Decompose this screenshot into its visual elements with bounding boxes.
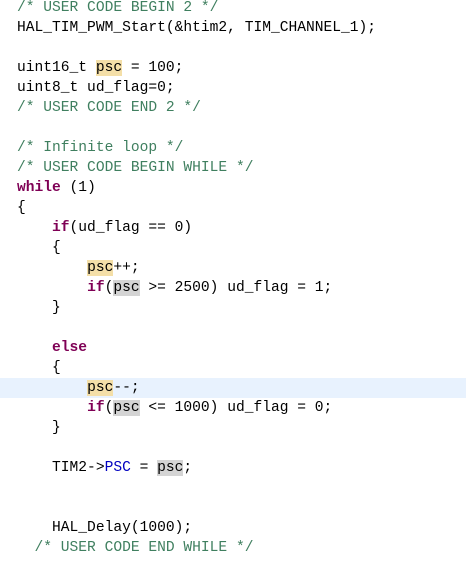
current-line-highlight[interactable]: psc--; — [0, 378, 466, 398]
code-line-text: psc++; — [17, 258, 140, 278]
code-line[interactable]: /* USER CODE BEGIN 2 */ — [0, 0, 466, 18]
code-line[interactable]: TIM2->PSC = psc; — [0, 458, 466, 478]
code-line-text: if(psc >= 2500) ud_flag = 1; — [17, 278, 332, 298]
occurrence-read-highlight: psc — [113, 400, 140, 416]
code-token: } — [17, 300, 61, 316]
code-token: = — [130, 460, 158, 476]
code-line-text: /* USER CODE BEGIN 2 */ — [17, 0, 218, 18]
code-line[interactable] — [0, 118, 466, 138]
code-line[interactable]: /* Infinite loop */ — [0, 138, 466, 158]
code-line[interactable]: if(ud_flag == 0) — [0, 218, 466, 238]
code-line[interactable] — [0, 498, 466, 518]
code-token: { — [17, 360, 61, 376]
code-line[interactable] — [0, 38, 466, 58]
comment-token: /* USER CODE BEGIN 2 */ — [17, 0, 219, 16]
code-line-text: HAL_TIM_PWM_Start(&htim2, TIM_CHANNEL_1)… — [17, 18, 376, 38]
code-line[interactable]: { — [0, 198, 466, 218]
code-token: { — [17, 240, 61, 256]
code-token: --; — [113, 380, 140, 396]
code-editor[interactable]: /* USER CODE BEGIN 2 */ HAL_TIM_PWM_Start… — [0, 0, 466, 566]
code-line-text: if(ud_flag == 0) — [17, 218, 192, 238]
code-token: (1) — [60, 180, 96, 196]
comment-token: /* Infinite loop */ — [17, 140, 184, 156]
code-token: HAL_TIM_PWM_Start(&htim2, TIM_CHANNEL_1)… — [17, 20, 377, 36]
code-line[interactable]: /* USER CODE END WHILE */ — [0, 538, 466, 558]
keyword-token: while — [17, 180, 61, 196]
code-line-text: if(psc <= 1000) ud_flag = 0; — [17, 398, 332, 418]
code-line[interactable]: while (1) — [0, 178, 466, 198]
field-token: PSC — [104, 460, 131, 476]
code-line[interactable]: uint16_t psc = 100; — [0, 58, 466, 78]
code-line-text: psc--; — [17, 378, 140, 398]
keyword-token: if — [87, 280, 105, 296]
code-line-text: uint16_t psc = 100; — [17, 58, 183, 78]
code-line[interactable]: /* USER CODE BEGIN WHILE */ — [0, 158, 466, 178]
code-line-text: } — [17, 418, 61, 438]
code-line[interactable]: } — [0, 418, 466, 438]
code-line-text: uint8_t ud_flag=0; — [17, 78, 175, 98]
code-token: { — [17, 200, 26, 216]
code-line[interactable]: { — [0, 238, 466, 258]
code-line[interactable]: HAL_Delay(1000); — [0, 518, 466, 538]
keyword-token: if — [52, 220, 70, 236]
code-line[interactable]: } — [0, 298, 466, 318]
code-line[interactable] — [0, 478, 466, 498]
code-line-text: /* USER CODE BEGIN WHILE */ — [17, 158, 253, 178]
keyword-token: else — [52, 340, 88, 356]
occurrence-read-highlight: psc — [157, 460, 184, 476]
code-line[interactable]: else — [0, 338, 466, 358]
comment-token: /* USER CODE BEGIN WHILE */ — [17, 160, 254, 176]
code-token: } — [17, 420, 61, 436]
code-line-text: TIM2->PSC = psc; — [17, 458, 192, 478]
code-line-text: { — [17, 238, 61, 258]
code-line-text: { — [17, 358, 61, 378]
code-line-text: } — [17, 298, 61, 318]
code-token: >= 2500) ud_flag = 1; — [139, 280, 333, 296]
code-line[interactable]: HAL_TIM_PWM_Start(&htim2, TIM_CHANNEL_1)… — [0, 18, 466, 38]
code-token: HAL_Delay(1000); — [17, 520, 193, 536]
code-token: uint8_t ud_flag=0; — [17, 80, 175, 96]
code-line[interactable]: { — [0, 358, 466, 378]
occurrence-write-highlight: psc — [87, 380, 114, 396]
code-line[interactable]: /* USER CODE END 2 */ — [0, 98, 466, 118]
code-token: (ud_flag == 0) — [69, 220, 193, 236]
code-token: TIM2-> — [17, 460, 105, 476]
comment-token: /* USER CODE END WHILE */ — [17, 540, 254, 556]
code-token: ++; — [113, 260, 140, 276]
code-line-text: /* USER CODE END WHILE */ — [17, 538, 254, 558]
code-line-text: HAL_Delay(1000); — [17, 518, 192, 538]
code-token: ; — [183, 460, 193, 476]
occurrence-write-highlight: psc — [87, 260, 114, 276]
code-line-text: else — [17, 338, 87, 358]
code-line[interactable] — [0, 438, 466, 458]
code-token: uint16_t — [17, 60, 96, 76]
code-line-text: /* Infinite loop */ — [17, 138, 183, 158]
code-line-text: { — [17, 198, 26, 218]
keyword-token: if — [87, 400, 105, 416]
code-line-text: while (1) — [17, 178, 96, 198]
code-token: <= 1000) ud_flag = 0; — [139, 400, 333, 416]
code-line[interactable]: uint8_t ud_flag=0; — [0, 78, 466, 98]
code-line[interactable]: if(psc <= 1000) ud_flag = 0; — [0, 398, 466, 418]
code-line[interactable]: if(psc >= 2500) ud_flag = 1; — [0, 278, 466, 298]
occurrence-read-highlight: psc — [113, 280, 140, 296]
code-line-text: /* USER CODE END 2 */ — [17, 98, 201, 118]
code-line[interactable] — [0, 318, 466, 338]
code-token: = 100; — [122, 60, 184, 76]
comment-token: /* USER CODE END 2 */ — [17, 100, 201, 116]
code-line[interactable]: psc++; — [0, 258, 466, 278]
occurrence-write-highlight: psc — [95, 60, 123, 76]
